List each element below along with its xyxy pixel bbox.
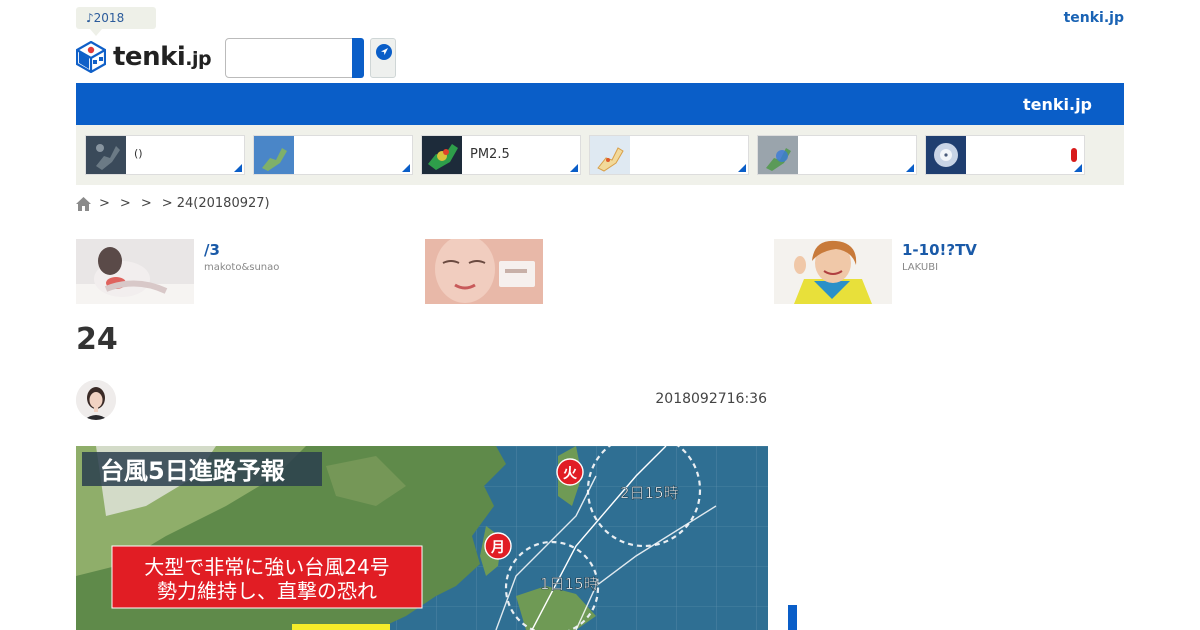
search-input[interactable]	[225, 38, 353, 78]
corner-arrow-icon	[570, 164, 578, 172]
typhoon-satellite-thumbnail	[926, 136, 966, 174]
ad-image	[425, 239, 543, 304]
ad-source: makoto&sunao	[204, 262, 280, 273]
corner-arrow-icon	[906, 164, 914, 172]
breadcrumb-current: > 24(20180927)	[161, 196, 270, 211]
map-caption-line2: 勢力維持し、直撃の恐れ	[157, 579, 377, 603]
map-thumbnail	[422, 136, 462, 174]
map-card-strip: () PM2.5	[76, 125, 1124, 185]
ad-title[interactable]: /3	[204, 241, 220, 259]
map-thumbnail	[758, 136, 798, 174]
article-title: 24	[76, 322, 118, 357]
home-icon[interactable]	[76, 196, 91, 211]
breadcrumb: > > > > 24(20180927)	[76, 196, 280, 211]
map-card[interactable]	[757, 135, 917, 175]
breadcrumb-separator: >	[140, 196, 152, 211]
map-card[interactable]	[589, 135, 749, 175]
corner-arrow-icon	[1074, 164, 1082, 172]
ad-title[interactable]: 1-10!?TV	[902, 241, 977, 259]
map-card[interactable]: ()	[85, 135, 245, 175]
nav-bar: tenki.jp	[76, 83, 1124, 125]
corner-arrow-icon	[738, 164, 746, 172]
logo-cube-icon	[76, 41, 106, 73]
breadcrumb-separator: >	[119, 196, 131, 211]
map-thumbnail	[86, 136, 126, 174]
marker-tuesday: 火	[563, 466, 578, 482]
site-logo[interactable]: tenki.jp	[76, 41, 212, 73]
current-location-button[interactable]	[370, 38, 396, 78]
map-card-label: PM2.5	[470, 147, 510, 162]
typhoon-forecast-map-image[interactable]: 台風5日進路予報 大型で非常に強い台風24号 勢力維持し、直撃の恐れ 火 月 2…	[76, 446, 768, 630]
author-photo	[76, 380, 116, 420]
header-badge[interactable]: ♪2018	[76, 7, 156, 36]
map-card[interactable]: PM2.5	[421, 135, 581, 175]
forecast-time-label: 1日15時	[540, 575, 599, 593]
article-datetime: 2018092716:36	[655, 391, 767, 407]
map-thumbnail	[254, 136, 294, 174]
ad-item[interactable]	[425, 239, 755, 304]
map-card[interactable]	[253, 135, 413, 175]
author-avatar[interactable]	[76, 380, 116, 420]
page: ♪2018 tenki.jp tenki.jp tenki.jp () PM2.…	[0, 0, 1200, 630]
map-card-label: ()	[134, 147, 143, 160]
search-button[interactable]	[352, 38, 364, 78]
marker-monday: 月	[490, 540, 505, 556]
ad-image	[76, 239, 194, 304]
top-right-link[interactable]: tenki.jp	[1064, 10, 1124, 26]
map-thumbnail	[590, 136, 630, 174]
map-heading: 台風5日進路予報	[100, 457, 286, 485]
alert-indicator	[1071, 148, 1077, 162]
breadcrumb-separator: >	[99, 196, 110, 211]
corner-arrow-icon	[402, 164, 410, 172]
map-card-typhoon[interactable]	[925, 135, 1085, 175]
corner-arrow-icon	[234, 164, 242, 172]
location-arrow-icon	[376, 44, 392, 60]
ad-item[interactable]: /3 makoto&sunao	[76, 239, 406, 304]
forecast-time-label: 2日15時	[620, 484, 679, 502]
nav-bar-title[interactable]: tenki.jp	[1023, 95, 1092, 114]
ad-image	[774, 239, 892, 304]
logo-text: tenki.jp	[113, 42, 212, 72]
map-caption-line1: 大型で非常に強い台風24号	[144, 555, 389, 579]
ad-source: LAKUBI	[902, 262, 939, 273]
ad-item[interactable]: 1-10!?TV LAKUBI	[774, 239, 1104, 304]
sidebar-accent-bar	[788, 605, 797, 630]
